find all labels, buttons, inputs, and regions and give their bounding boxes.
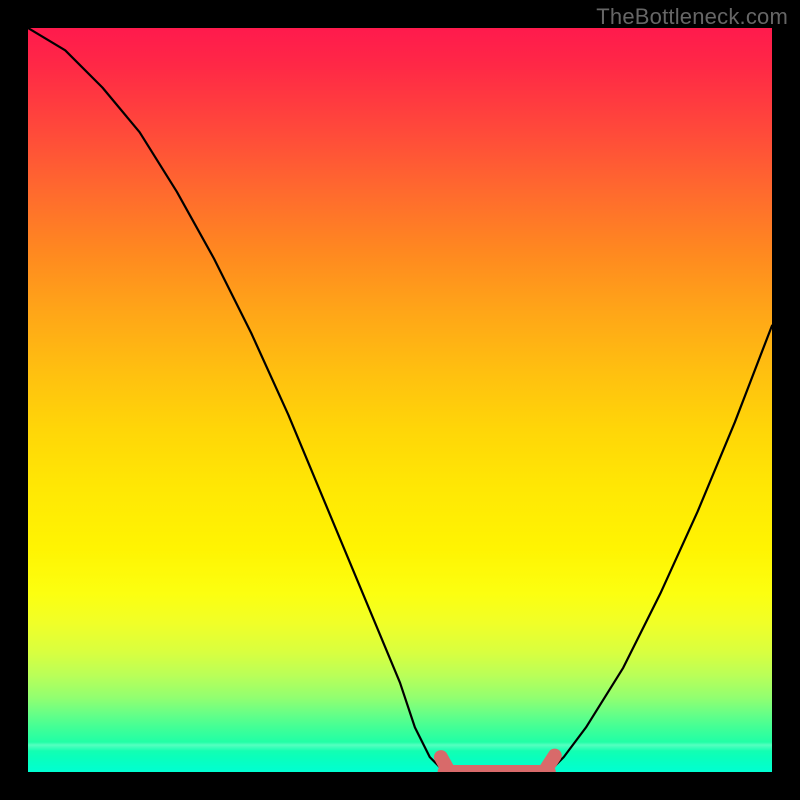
chart-curve-svg (28, 28, 772, 772)
optimum-right-cap (545, 756, 555, 771)
optimum-left-cap (441, 757, 448, 770)
chart-area (28, 28, 772, 772)
left-curve (28, 28, 445, 772)
right-curve (549, 326, 772, 772)
chart-curves (28, 28, 772, 772)
watermark-text: TheBottleneck.com (596, 4, 788, 30)
